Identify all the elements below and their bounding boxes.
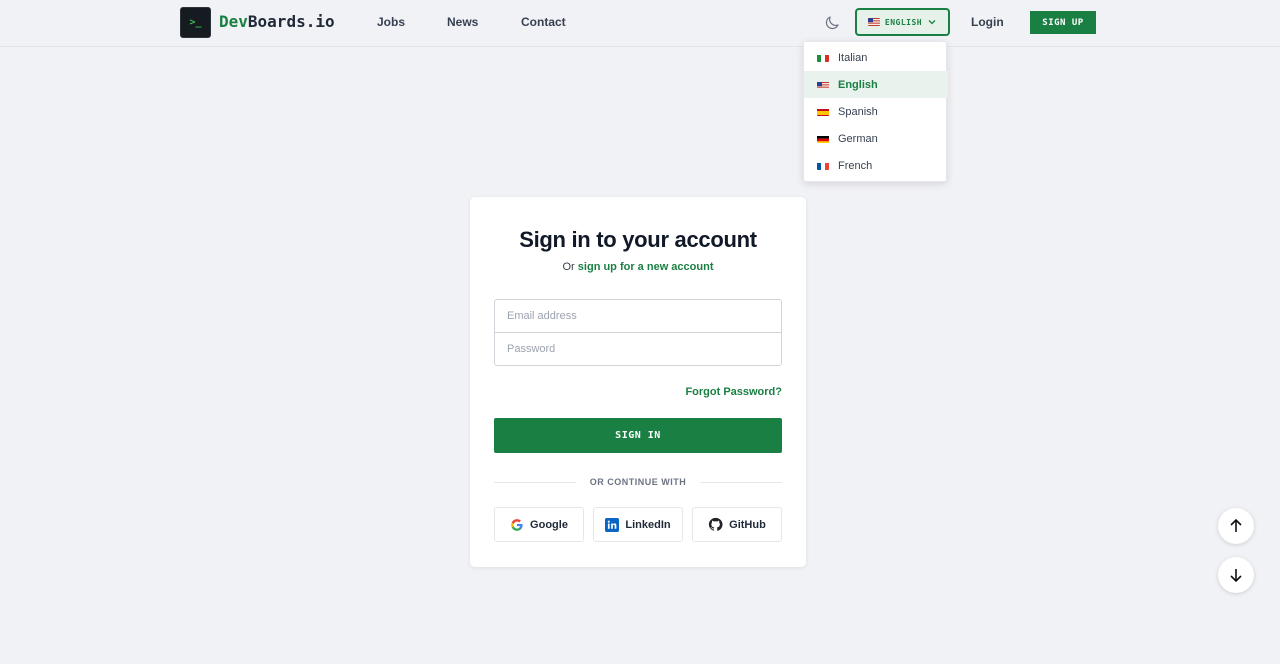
fr-flag-icon <box>817 162 829 170</box>
google-button[interactable]: Google <box>494 507 584 542</box>
language-option-german[interactable]: German <box>804 125 948 152</box>
nav-jobs[interactable]: Jobs <box>377 15 405 29</box>
scroll-up-button[interactable] <box>1218 508 1254 544</box>
signup-link[interactable]: sign up for a new account <box>578 261 714 273</box>
language-option-french[interactable]: French <box>804 152 948 179</box>
signup-prompt-prefix: Or <box>562 261 575 273</box>
linkedin-icon <box>605 517 620 532</box>
language-option-label: German <box>838 132 878 145</box>
arrow-down-icon <box>1230 569 1242 583</box>
nav-news[interactable]: News <box>447 15 478 29</box>
signup-prompt: Or sign up for a new account <box>470 261 806 273</box>
moon-icon[interactable] <box>823 14 841 32</box>
language-option-italian[interactable]: Italian <box>804 44 948 71</box>
google-icon <box>511 518 523 531</box>
github-button[interactable]: GitHub <box>692 507 782 542</box>
us-flag-icon <box>817 81 829 89</box>
divider-line-right <box>700 482 782 483</box>
top-header: >_ DevBoards.io Jobs News Contact ENGLIS… <box>0 0 1280 47</box>
github-icon <box>709 517 723 531</box>
signin-button[interactable]: SIGN IN <box>494 418 782 453</box>
scroll-down-button[interactable] <box>1218 557 1254 593</box>
language-option-spanish[interactable]: Spanish <box>804 98 948 125</box>
logo-text[interactable]: DevBoards.io <box>219 12 335 31</box>
page-title: Sign in to your account <box>519 227 757 252</box>
chevron-down-icon <box>928 20 936 25</box>
password-field[interactable] <box>494 332 782 366</box>
logo-prefix: Dev <box>219 12 248 31</box>
logo-suffix: Boards.io <box>247 12 335 31</box>
signup-button[interactable]: SIGN UP <box>1030 11 1096 34</box>
signin-card: Sign in to your account Or sign up for a… <box>470 197 806 567</box>
linkedin-button[interactable]: LinkedIn <box>593 507 683 542</box>
language-option-english[interactable]: English <box>804 71 948 98</box>
arrow-up-icon <box>1230 518 1242 532</box>
nav-contact[interactable]: Contact <box>521 15 566 29</box>
it-flag-icon <box>817 54 829 62</box>
language-label: ENGLISH <box>884 17 923 27</box>
language-button[interactable]: ENGLISH <box>855 8 950 36</box>
language-option-label: Spanish <box>838 105 878 118</box>
logo-icon[interactable]: >_ <box>180 7 211 38</box>
de-flag-icon <box>817 135 829 143</box>
linkedin-label: LinkedIn <box>625 518 671 531</box>
language-dropdown: Italian English Spanish German French <box>803 41 948 182</box>
language-option-label: English <box>838 78 878 91</box>
github-label: GitHub <box>729 518 766 531</box>
es-flag-icon <box>817 108 829 116</box>
language-option-label: Italian <box>838 51 868 64</box>
google-label: Google <box>530 518 568 531</box>
us-flag-icon <box>867 18 880 26</box>
forgot-password-link[interactable]: Forgot Password? <box>685 386 782 398</box>
language-option-label: French <box>838 159 873 172</box>
email-field[interactable] <box>494 299 782 333</box>
login-link[interactable]: Login <box>971 15 1004 29</box>
